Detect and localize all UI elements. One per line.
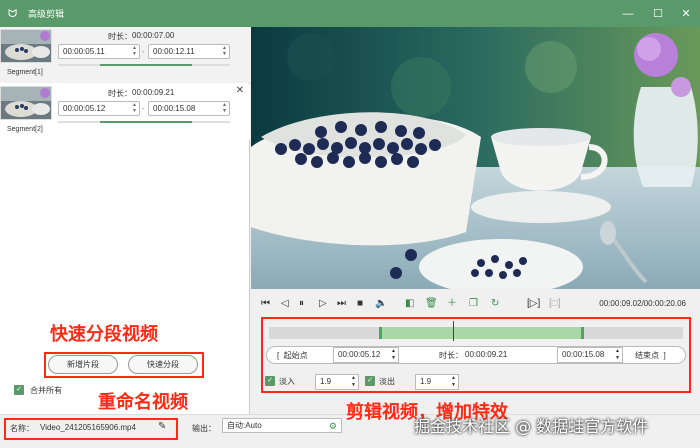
segment-item[interactable]: Segment[2] 时长： 00:00:09.21 00:00:05.12 ▲…	[0, 84, 250, 140]
start-point-label: 起始点	[283, 351, 308, 360]
add-segment-button[interactable]: 新增片段	[48, 355, 118, 374]
filename-value[interactable]: Video_241205165906.mp4	[40, 423, 136, 432]
video-preview[interactable]	[251, 27, 700, 289]
segment-list: Segment[1] 时长： 00:00:07.00 00:00:05.11 ▲…	[0, 27, 250, 140]
segment-end-field[interactable]: 00:00:12.11 ▲ ▼	[148, 44, 230, 59]
title-bar: ᗢ 高级剪辑	[0, 0, 700, 27]
next-frame-icon[interactable]: ▷	[319, 297, 327, 311]
time-readout: 00:00:09.02/00:00:20.06	[599, 299, 686, 308]
split-icon[interactable]: ◧	[405, 297, 414, 311]
spinner-icon[interactable]: ▲ ▼	[615, 348, 620, 362]
quick-split-button[interactable]: 快速分段	[128, 355, 198, 374]
output-label: 输出：	[192, 424, 216, 433]
set-start-icon[interactable]: [▷]	[527, 297, 540, 311]
delete-icon[interactable]: 🗑	[425, 297, 438, 311]
segment-start-field[interactable]: 00:00:05.12 ▲ ▼	[58, 101, 140, 116]
end-point-button[interactable]: 结束点 ]	[635, 350, 666, 361]
fade-out-label: 淡出	[379, 377, 395, 386]
segment-label: Segment[1]	[7, 69, 43, 76]
pause-icon[interactable]: ⏸	[299, 297, 304, 311]
segment-start-value: 00:00:05.12	[63, 104, 106, 113]
segment-label: Segment[2]	[7, 126, 43, 133]
spinner-icon[interactable]: ▲ ▼	[222, 45, 227, 57]
prev-frame-icon[interactable]: ◁	[281, 297, 289, 311]
annotation-rename: 重命名视频	[98, 392, 188, 413]
output-value: 自动:Auto	[227, 421, 262, 430]
segment-start-value: 00:00:05.11	[63, 47, 105, 56]
annotation-split: 快速分段视频	[50, 324, 158, 345]
stop-icon[interactable]: ■	[357, 297, 363, 311]
start-time-field[interactable]: 00:00:05.12 ▲ ▼	[333, 347, 399, 363]
name-label: 名称：	[10, 424, 34, 433]
window-title: 高级剪辑	[28, 9, 65, 19]
start-point-button[interactable]: [ 起始点	[277, 350, 308, 361]
segment-range-bar	[58, 121, 230, 123]
fade-out-value: 1.9	[420, 377, 432, 386]
spinner-icon[interactable]: ▲ ▼	[451, 375, 456, 389]
maximize-button[interactable]: ☐	[644, 0, 672, 27]
add-icon[interactable]: ＋	[447, 297, 457, 311]
range-separator: -	[142, 47, 145, 56]
watermark: 掘金技术社区 @ 数据蛙官方软件	[414, 417, 649, 436]
set-end-icon[interactable]: [□]	[549, 297, 561, 311]
spinner-icon[interactable]: ▲ ▼	[132, 102, 137, 114]
merge-all-label: 合并所有	[30, 386, 62, 395]
merge-all-checkbox[interactable]: ✓	[14, 385, 24, 395]
end-time-value: 00:00:15.08	[562, 350, 605, 359]
spinner-icon[interactable]: ▲ ▼	[222, 102, 227, 114]
go-start-icon[interactable]: ⏮	[261, 297, 270, 311]
segments-panel: Segment[1] 时长： 00:00:07.00 00:00:05.11 ▲…	[0, 27, 250, 448]
segment-item[interactable]: Segment[1] 时长： 00:00:07.00 00:00:05.11 ▲…	[0, 27, 250, 83]
spinner-icon[interactable]: ▲ ▼	[391, 348, 396, 362]
selection-range[interactable]	[379, 327, 584, 339]
fade-in-value: 1.9	[320, 377, 332, 386]
fade-out-checkbox[interactable]: ✓	[365, 376, 375, 386]
range-separator: -	[142, 104, 145, 113]
segment-duration-label: 时长：	[108, 89, 132, 98]
output-select[interactable]: 自动:Auto ⚙	[222, 418, 342, 433]
segment-end-field[interactable]: 00:00:15.08 ▲ ▼	[148, 101, 230, 116]
fade-in-checkbox[interactable]: ✓	[265, 376, 275, 386]
segment-duration-label: 时长：	[108, 32, 132, 41]
close-icon[interactable]: ✕	[236, 85, 244, 96]
segment-end-value: 00:00:12.11	[153, 47, 195, 56]
fade-in-field[interactable]: 1.9 ▲ ▼	[315, 374, 359, 390]
fade-in-label: 淡入	[279, 377, 295, 386]
gear-icon[interactable]: ⚙	[329, 419, 337, 433]
end-time-field[interactable]: 00:00:15.08 ▲ ▼	[557, 347, 623, 363]
player-controls: ⏮ ◁ ⏸ ▷ ⏭ ■ 🔈 ◧ 🗑 ＋ ❐ ↻ [▷] [□] 00:00:09…	[251, 294, 700, 314]
segment-duration: 00:00:09.21	[132, 88, 175, 97]
fade-out-field[interactable]: 1.9 ▲ ▼	[415, 374, 459, 390]
segment-thumbnail	[0, 86, 52, 120]
timeline-track[interactable]	[269, 321, 683, 341]
volume-icon[interactable]: 🔈	[375, 297, 387, 311]
close-button[interactable]: ✕	[672, 0, 700, 27]
duration-label: 时长：	[439, 351, 463, 360]
minimize-button[interactable]: —	[614, 0, 642, 27]
edit-icon[interactable]: ✎	[158, 421, 166, 432]
copy-icon[interactable]: ❐	[469, 297, 478, 311]
spinner-icon[interactable]: ▲ ▼	[132, 45, 137, 57]
go-end-icon[interactable]: ⏭	[337, 297, 346, 311]
edit-panel: [ 起始点 00:00:05.12 ▲ ▼ 时长： 00:00:09.21 00:0…	[261, 317, 691, 393]
segment-start-field[interactable]: 00:00:05.11 ▲ ▼	[58, 44, 140, 59]
app-icon: ᗢ	[8, 7, 18, 20]
segment-thumbnail	[0, 29, 52, 63]
segment-end-value: 00:00:15.08	[153, 104, 196, 113]
reset-icon[interactable]: ↻	[491, 297, 499, 311]
segment-duration: 00:00:07.00	[132, 31, 175, 40]
playhead[interactable]	[453, 321, 454, 341]
preview-frame	[251, 27, 700, 289]
segment-range-bar	[58, 64, 230, 66]
range-row: [ 起始点 00:00:05.12 ▲ ▼ 时长： 00:00:09.21 00:0…	[266, 346, 686, 364]
spinner-icon[interactable]: ▲ ▼	[351, 375, 356, 389]
start-time-value: 00:00:05.12	[338, 350, 381, 359]
duration-value: 00:00:09.21	[465, 350, 508, 359]
fade-row: ✓ 淡入 1.9 ▲ ▼ ✓ 淡出 1.9 ▲ ▼	[263, 373, 693, 391]
end-point-label: 结束点	[635, 351, 659, 360]
